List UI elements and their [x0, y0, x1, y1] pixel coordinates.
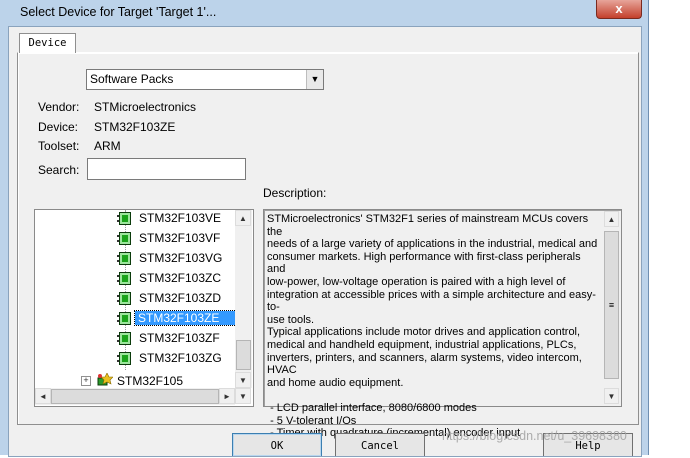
tab-device[interactable]: Device [19, 33, 76, 53]
device-source-combo[interactable]: Software Packs ▼ [86, 69, 324, 90]
chip-icon [117, 252, 131, 265]
description-scrollbar[interactable]: ▲ ≡ ▼ [604, 211, 619, 404]
device-label: Device: [38, 120, 79, 134]
description-label: Description: [263, 186, 327, 200]
scroll-down-icon[interactable]: ▼ [604, 388, 619, 404]
chip-icon [117, 332, 131, 345]
tree-item-label: STM32F103VE [139, 211, 222, 225]
tree-vertical-scrollbar[interactable]: ▲ ▼ [235, 210, 252, 388]
tree-item-label: STM32F103ZG [139, 351, 222, 365]
scroll-left-icon[interactable]: ◄ [35, 388, 51, 404]
tree-item-label: STM32F103VG [139, 251, 223, 265]
device-family-icon [97, 373, 113, 386]
scroll-up-icon[interactable]: ▲ [604, 211, 619, 227]
description-text: STMicroelectronics' STM32F1 series of ma… [267, 213, 598, 440]
watermark-text: https://blog.csdn.net/u_39698380 [442, 429, 627, 443]
chevron-down-icon[interactable]: ▼ [306, 70, 323, 89]
scroll-down-small-icon[interactable]: ▼ [235, 388, 251, 404]
scroll-thumb[interactable] [236, 340, 251, 370]
title-bar[interactable]: Select Device for Target 'Target 1'... x [0, 0, 648, 24]
chip-icon [117, 292, 131, 305]
toolset-value: ARM [94, 139, 121, 153]
chip-icon [117, 212, 131, 225]
tree-item-label: STM32F103ZF [139, 331, 220, 345]
tree-item-stm32f105[interactable]: STM32F105 [117, 374, 183, 388]
tree-horizontal-scrollbar[interactable]: ◄ ► [35, 388, 235, 405]
scroll-up-icon[interactable]: ▲ [235, 210, 251, 226]
cancel-button[interactable]: Cancel [335, 433, 425, 456]
scroll-down-icon[interactable]: ▼ [235, 372, 251, 388]
close-button[interactable]: x [596, 0, 642, 19]
tree-item-label: STM32F103VF [139, 231, 221, 245]
expand-icon[interactable]: + [81, 376, 91, 386]
scroll-right-icon[interactable]: ► [219, 388, 235, 404]
vendor-value: STMicroelectronics [94, 100, 197, 114]
chip-icon [117, 352, 131, 365]
device-tree[interactable]: STM32F103VE STM32F103VF STM32F103VG STM3… [34, 209, 254, 407]
search-input[interactable] [87, 158, 246, 180]
window-title: Select Device for Target 'Target 1'... [20, 5, 217, 19]
toolset-label: Toolset: [38, 139, 80, 153]
tree-item-label: STM32F103ZD [139, 291, 222, 305]
chip-icon [117, 232, 131, 245]
scroll-thumb-grip-icon[interactable]: ≡ [604, 231, 619, 379]
chip-icon [117, 272, 131, 285]
description-box: STMicroelectronics' STM32F1 series of ma… [263, 209, 622, 439]
tree-item-label-selected: STM32F103ZE [134, 310, 237, 326]
tree-item-label: STM32F103ZC [139, 271, 222, 285]
chip-icon [117, 312, 131, 325]
scroll-thumb[interactable] [51, 389, 219, 404]
device-source-value: Software Packs [90, 72, 174, 86]
device-value: STM32F103ZE [94, 120, 176, 134]
search-label: Search: [38, 163, 80, 177]
vendor-label: Vendor: [38, 100, 80, 114]
ok-button[interactable]: OK [232, 433, 322, 456]
